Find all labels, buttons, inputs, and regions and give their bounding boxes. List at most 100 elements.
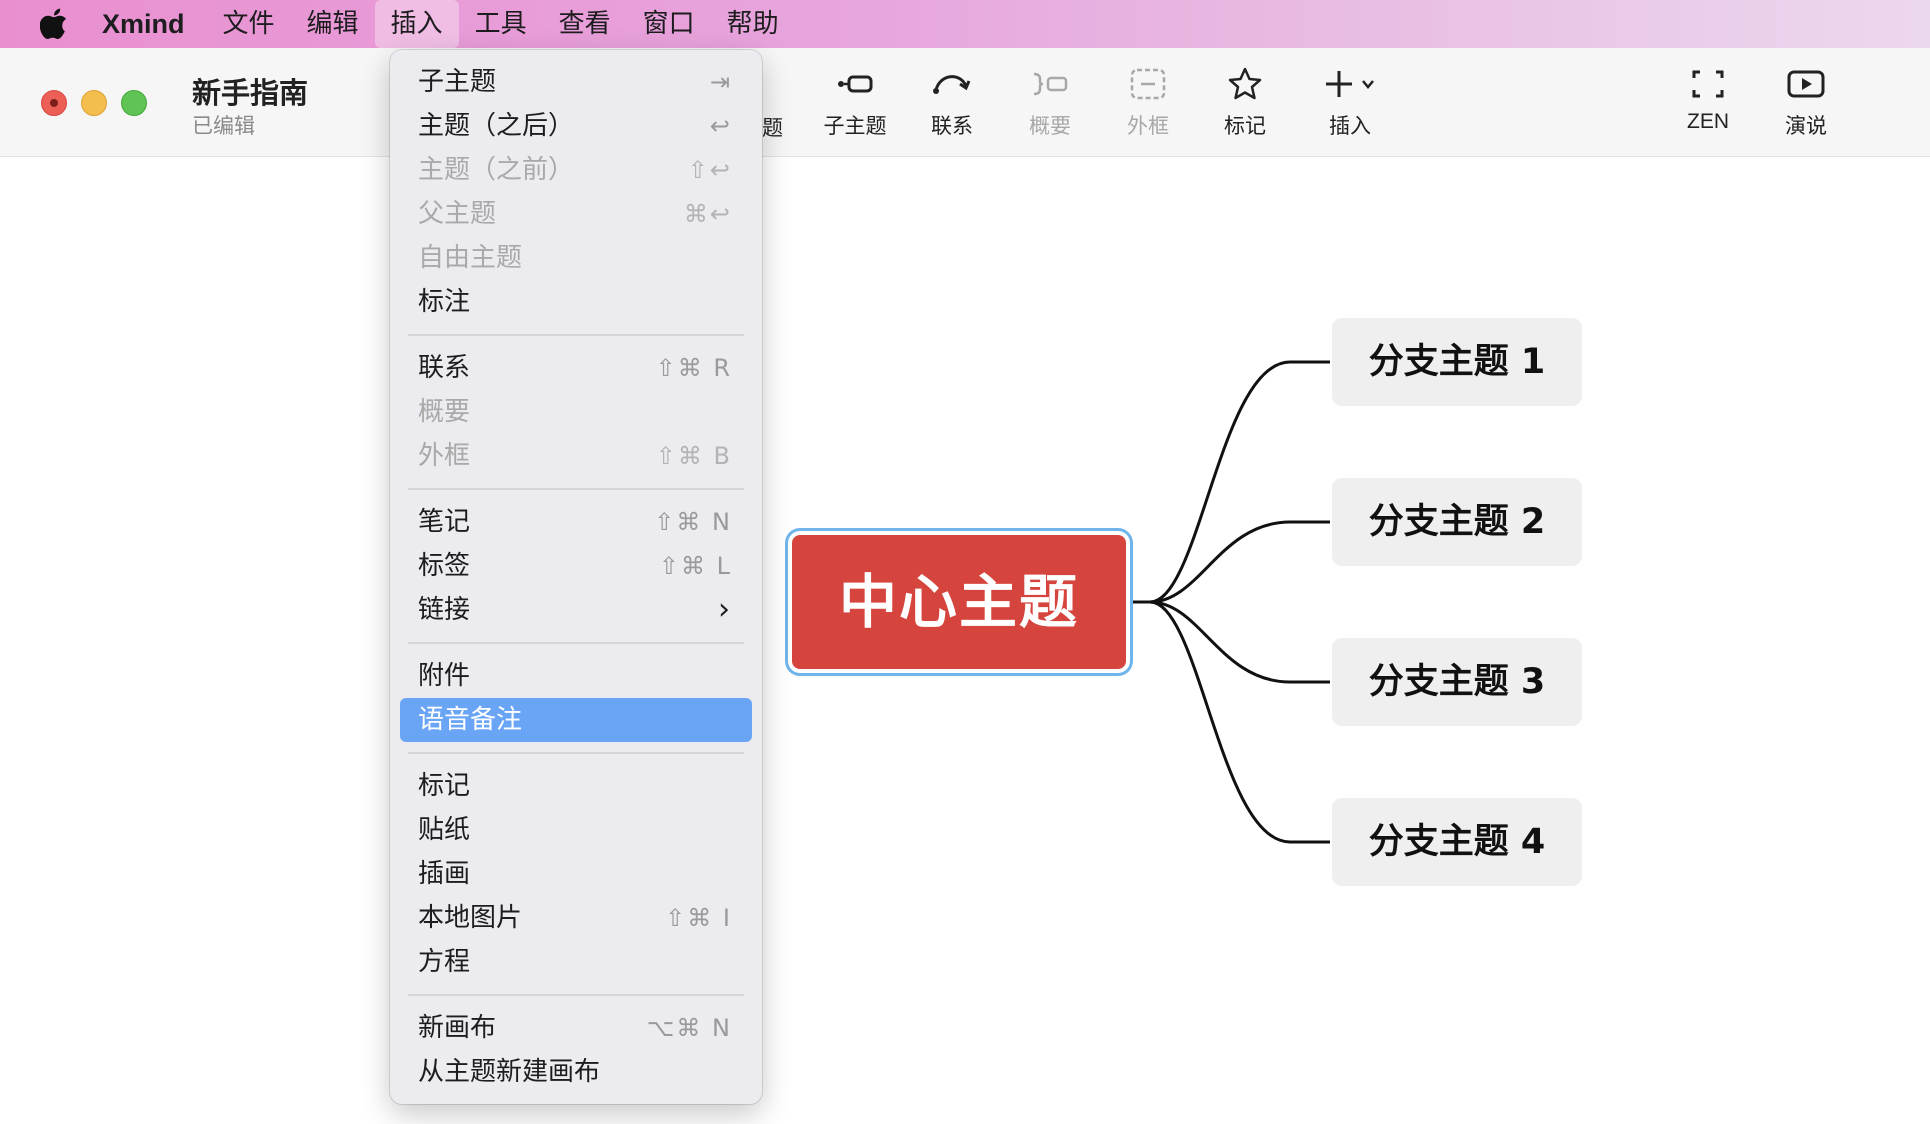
plus-chevron-icon bbox=[1326, 71, 1374, 97]
menu-item-label: 语音备注 bbox=[418, 705, 523, 735]
marker-button[interactable]: 标记 bbox=[1200, 64, 1290, 148]
window-close-button[interactable] bbox=[41, 90, 67, 116]
menu-item-relationship[interactable]: 联系 ⇧⌘ R bbox=[400, 346, 752, 390]
menu-item-attachment[interactable]: 附件 bbox=[400, 654, 752, 698]
connector-branch-2 bbox=[1149, 520, 1330, 604]
menu-item-label: 方程 bbox=[418, 947, 471, 977]
menu-separator bbox=[408, 488, 744, 490]
menu-app-xmind[interactable]: Xmind bbox=[102, 0, 207, 48]
connector-branch-4 bbox=[1149, 600, 1330, 844]
menu-item-shortcut: ⇧⌘ R bbox=[655, 354, 732, 382]
apple-logo-icon[interactable] bbox=[40, 8, 70, 40]
menu-separator bbox=[408, 994, 744, 996]
menu-item-subtopic[interactable]: 子主题 ⇥ bbox=[400, 60, 752, 104]
document-status: 已编辑 bbox=[192, 114, 255, 138]
menu-item-illustration[interactable]: 插画 bbox=[400, 852, 752, 896]
menu-item-shortcut: ⇧⌘ L bbox=[658, 552, 732, 580]
menu-item-audio-note[interactable]: 语音备注 bbox=[400, 698, 752, 742]
menu-item-shortcut: ⇧⌘ N bbox=[654, 508, 732, 536]
insert-label: 插入 bbox=[1329, 114, 1371, 138]
subtopic-label: 子主题 bbox=[823, 114, 887, 138]
menu-item-label: 概要 bbox=[418, 397, 471, 427]
branch-topic-1[interactable]: 分支主题 1 bbox=[1332, 318, 1582, 406]
menu-item-shortcut: ⇧↩ bbox=[687, 156, 732, 184]
menu-item-label: 新画布 bbox=[418, 1013, 497, 1043]
menu-item-label: 联系 bbox=[418, 353, 471, 383]
menu-file[interactable]: 文件 bbox=[207, 0, 291, 48]
branch-topic-2[interactable]: 分支主题 2 bbox=[1332, 478, 1582, 566]
menu-item-callout[interactable]: 标注 bbox=[400, 280, 752, 324]
menu-item-notes[interactable]: 笔记 ⇧⌘ N bbox=[400, 500, 752, 544]
document-title: 新手指南 bbox=[192, 76, 309, 110]
menu-item-label: 自由主题 bbox=[418, 243, 523, 273]
menu-bar: Xmind 文件 编辑 插入 工具 查看 窗口 帮助 bbox=[0, 0, 1930, 48]
menu-item-new-sheet-from-topic[interactable]: 从主题新建画布 bbox=[400, 1050, 752, 1094]
subtopic-icon bbox=[838, 75, 873, 93]
menu-separator bbox=[408, 642, 744, 644]
menu-item-label: 标注 bbox=[418, 287, 471, 317]
window-toolbar: 新手指南 已编辑 题 子主题 联系 概要 外框 标记 插入 ZEN 演说 bbox=[0, 48, 1930, 157]
menu-edit[interactable]: 编辑 bbox=[291, 0, 375, 48]
menu-item-local-image[interactable]: 本地图片 ⇧⌘ I bbox=[400, 896, 752, 940]
insert-dropdown-menu: 子主题 ⇥ 主题（之后） ↩ 主题（之前） ⇧↩ 父主题 ⌘↩ 自由主题 标注 … bbox=[390, 50, 762, 1104]
menu-item-marker[interactable]: 标记 bbox=[400, 764, 752, 808]
zen-button[interactable]: ZEN bbox=[1663, 64, 1753, 148]
relationship-button[interactable]: 联系 bbox=[907, 64, 997, 148]
central-topic[interactable]: 中心主题 bbox=[792, 535, 1126, 669]
menu-item-new-sheet[interactable]: 新画布 ⌥⌘ N bbox=[400, 1006, 752, 1050]
menu-view[interactable]: 查看 bbox=[543, 0, 627, 48]
menu-item-label: 本地图片 bbox=[418, 903, 523, 933]
boundary-label: 外框 bbox=[1127, 114, 1169, 138]
summary-icon bbox=[1033, 72, 1068, 96]
boundary-button[interactable]: 外框 bbox=[1103, 64, 1193, 148]
boundary-icon bbox=[1130, 68, 1166, 100]
menu-item-label: 从主题新建画布 bbox=[418, 1057, 601, 1087]
summary-button[interactable]: 概要 bbox=[1005, 64, 1095, 148]
menu-item-label: 父主题 bbox=[418, 199, 497, 229]
menu-item-shortcut: ⌘↩ bbox=[683, 200, 732, 228]
menu-item-labels[interactable]: 标签 ⇧⌘ L bbox=[400, 544, 752, 588]
menu-item-boundary: 外框 ⇧⌘ B bbox=[400, 434, 752, 478]
menu-item-summary: 概要 bbox=[400, 390, 752, 434]
insert-button[interactable]: 插入 bbox=[1305, 64, 1395, 148]
menu-item-topic-after[interactable]: 主题（之后） ↩ bbox=[400, 104, 752, 148]
menu-item-equation[interactable]: 方程 bbox=[400, 940, 752, 984]
present-button[interactable]: 演说 bbox=[1761, 64, 1851, 148]
menu-item-floating-topic: 自由主题 bbox=[400, 236, 752, 280]
play-screen-icon bbox=[1787, 70, 1825, 98]
menu-help[interactable]: 帮助 bbox=[711, 0, 795, 48]
summary-label: 概要 bbox=[1029, 114, 1071, 138]
menu-item-label: 子主题 bbox=[418, 67, 497, 97]
branch-topic-3[interactable]: 分支主题 3 bbox=[1332, 638, 1582, 726]
star-icon bbox=[1228, 67, 1262, 100]
menu-tools[interactable]: 工具 bbox=[459, 0, 543, 48]
present-label: 演说 bbox=[1785, 114, 1827, 138]
menu-item-label: 主题（之前） bbox=[418, 155, 575, 185]
menu-insert[interactable]: 插入 bbox=[374, 0, 459, 48]
menu-item-sticker[interactable]: 贴纸 bbox=[400, 808, 752, 852]
menu-item-link[interactable]: 链接 › bbox=[400, 588, 752, 632]
connector-branch-3 bbox=[1149, 600, 1330, 684]
menu-item-topic-before: 主题（之前） ⇧↩ bbox=[400, 148, 752, 192]
shortcut-tab-icon: ⇥ bbox=[709, 68, 732, 96]
menu-window[interactable]: 窗口 bbox=[627, 0, 711, 48]
menu-item-label: 主题（之后） bbox=[418, 111, 575, 141]
relationship-label: 联系 bbox=[931, 114, 973, 138]
menu-item-label: 标签 bbox=[418, 551, 471, 581]
menu-item-label: 链接 bbox=[418, 595, 471, 625]
window-minimize-button[interactable] bbox=[81, 90, 107, 116]
menu-separator bbox=[408, 334, 744, 336]
menu-item-shortcut: ⇧⌘ I bbox=[665, 904, 732, 932]
menu-item-label: 插画 bbox=[418, 859, 471, 889]
subtopic-button[interactable]: 子主题 bbox=[810, 64, 900, 148]
zen-label: ZEN bbox=[1687, 110, 1729, 133]
toolbar-partial-label: 题 bbox=[762, 116, 783, 140]
menu-separator bbox=[408, 752, 744, 754]
shortcut-return-icon: ↩ bbox=[709, 112, 732, 140]
menu-item-shortcut: ⇧⌘ B bbox=[655, 442, 732, 470]
submenu-chevron-icon: › bbox=[718, 592, 732, 627]
branch-topic-4[interactable]: 分支主题 4 bbox=[1332, 798, 1582, 886]
fullscreen-icon bbox=[1692, 70, 1724, 98]
menu-item-label: 贴纸 bbox=[418, 815, 471, 845]
window-zoom-button[interactable] bbox=[121, 90, 147, 116]
